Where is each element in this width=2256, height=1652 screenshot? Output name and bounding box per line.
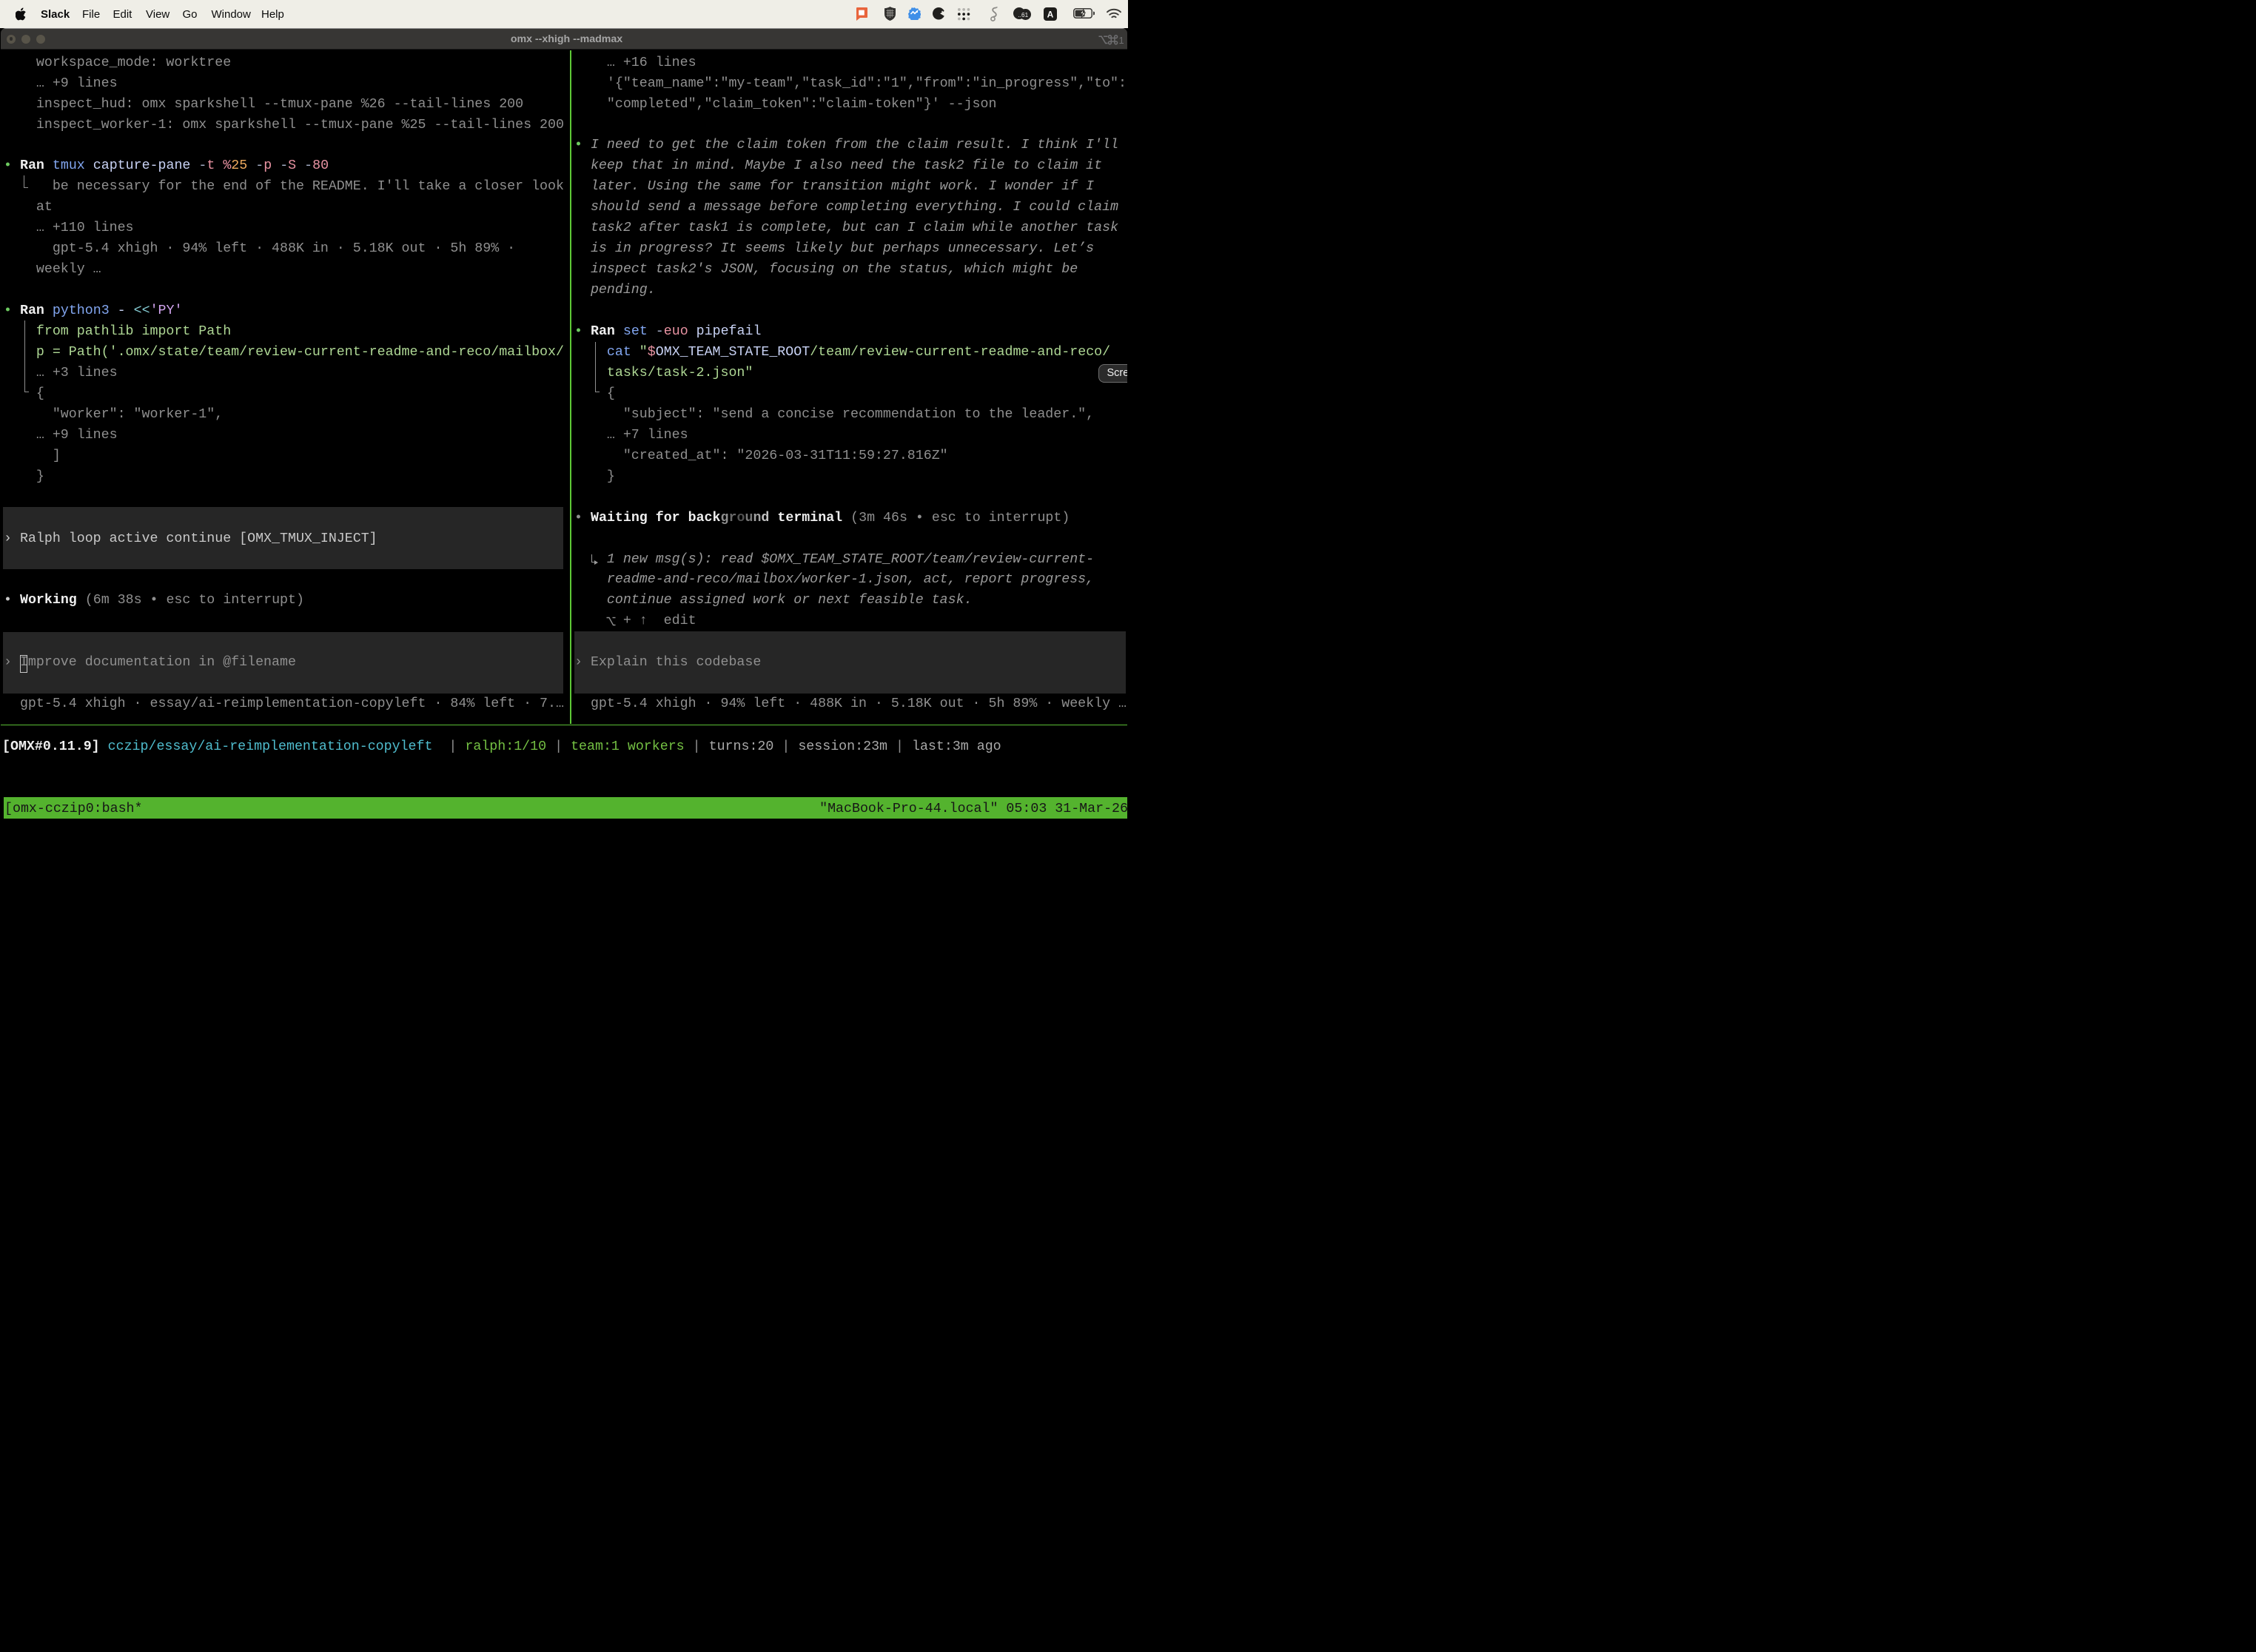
- svg-text:..61: ..61: [1018, 12, 1029, 19]
- svg-text:A: A: [1047, 9, 1054, 19]
